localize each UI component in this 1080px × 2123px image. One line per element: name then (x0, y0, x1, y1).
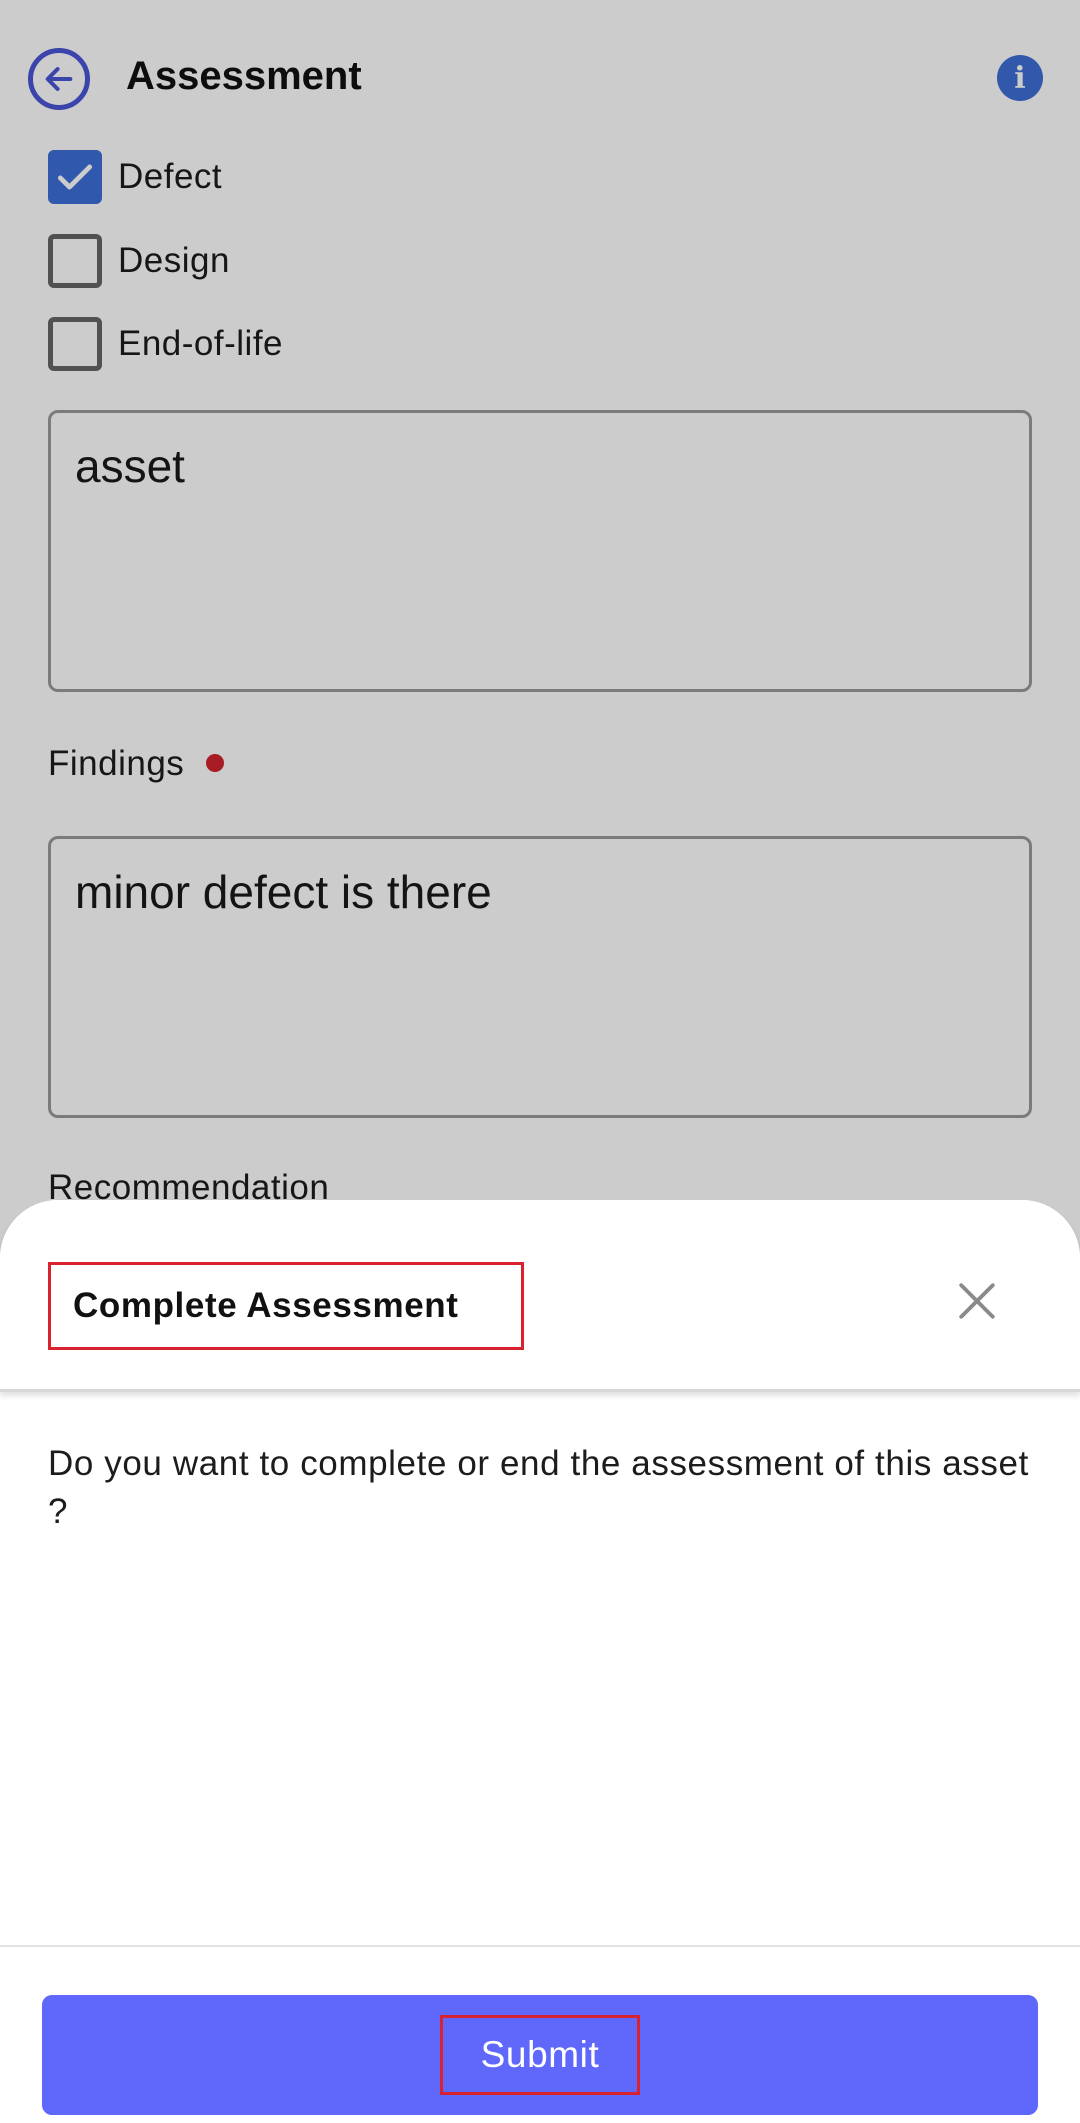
sheet-title: Complete Assessment (48, 1262, 524, 1350)
submit-button[interactable]: Submit (42, 1995, 1038, 2115)
sheet-header: Complete Assessment (0, 1200, 1080, 1392)
sheet-message: Do you want to complete or end the asses… (48, 1444, 1029, 1531)
submit-label: Submit (440, 2015, 640, 2095)
footer-divider (0, 1945, 1080, 1947)
complete-assessment-sheet: Complete Assessment Do you want to compl… (0, 1200, 1080, 2123)
close-icon (959, 1283, 995, 1319)
close-button[interactable] (952, 1276, 1002, 1326)
